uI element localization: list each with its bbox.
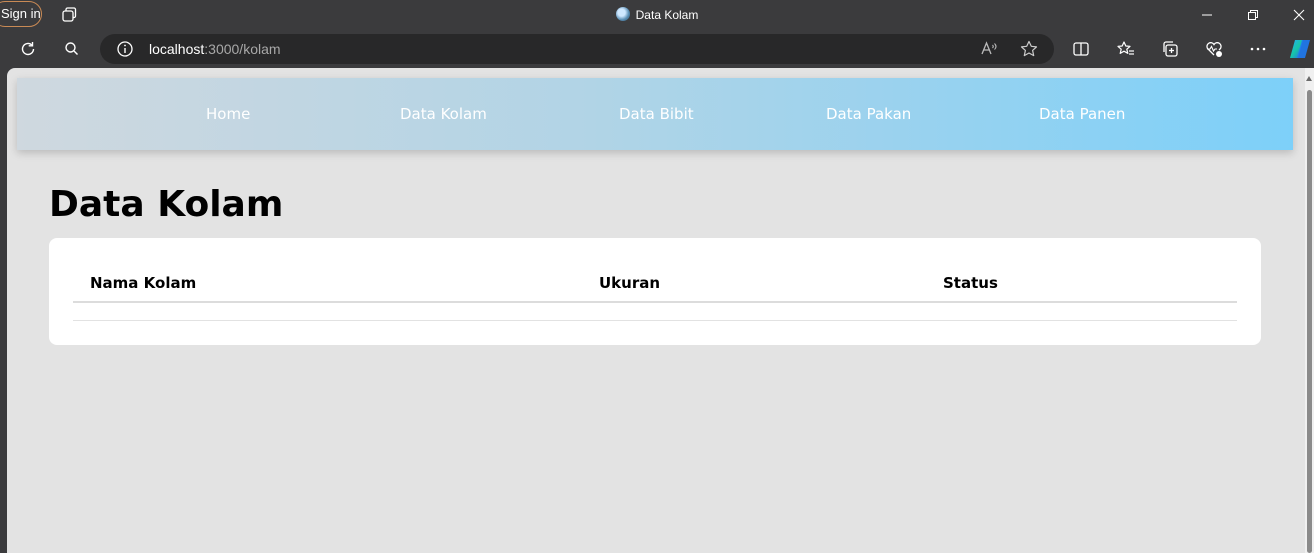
page-title: Data Kolam bbox=[49, 184, 284, 225]
browser-toolbar: localhost:3000/kolam bbox=[0, 30, 1314, 68]
tabs-icon[interactable] bbox=[60, 6, 78, 24]
url-host: localhost bbox=[149, 41, 205, 57]
nav-data-panen[interactable]: Data Panen bbox=[1039, 105, 1125, 123]
split-screen-icon[interactable] bbox=[1071, 39, 1091, 59]
tab-title-text: Data Kolam bbox=[635, 8, 699, 22]
collections-icon[interactable] bbox=[1160, 39, 1180, 59]
globe-favicon-icon bbox=[615, 7, 630, 21]
nav-data-kolam[interactable]: Data Kolam bbox=[400, 105, 487, 123]
info-icon[interactable] bbox=[116, 40, 134, 58]
read-aloud-icon[interactable] bbox=[979, 39, 999, 59]
copilot-icon[interactable] bbox=[1288, 37, 1312, 61]
page-viewport: Home Data Kolam Data Bibit Data Pakan Da… bbox=[7, 68, 1314, 553]
title-bar: Sign in Data Kolam bbox=[0, 0, 1314, 30]
url-text[interactable]: localhost:3000/kolam bbox=[149, 41, 281, 57]
browser-essentials-icon[interactable] bbox=[1204, 39, 1224, 59]
close-icon[interactable] bbox=[1288, 4, 1310, 26]
scroll-up-arrow-icon[interactable] bbox=[1306, 76, 1312, 81]
star-icon[interactable] bbox=[1019, 39, 1039, 59]
column-header-nama-kolam: Nama Kolam bbox=[90, 274, 197, 292]
data-table-card: Nama Kolam Ukuran Status bbox=[49, 238, 1261, 345]
nav-data-bibit[interactable]: Data Bibit bbox=[619, 105, 694, 123]
favorites-icon[interactable] bbox=[1116, 39, 1136, 59]
nav-home[interactable]: Home bbox=[206, 105, 250, 123]
column-header-ukuran: Ukuran bbox=[599, 274, 661, 292]
more-icon[interactable] bbox=[1248, 39, 1268, 59]
nav-data-pakan[interactable]: Data Pakan bbox=[826, 105, 911, 123]
table-header: Nama Kolam Ukuran Status bbox=[73, 238, 1237, 303]
active-tab[interactable]: Data Kolam bbox=[0, 7, 1314, 22]
table-empty-row-divider bbox=[73, 320, 1237, 321]
main-navbar: Home Data Kolam Data Bibit Data Pakan Da… bbox=[17, 78, 1293, 150]
restore-icon[interactable] bbox=[1242, 4, 1264, 26]
address-bar[interactable]: localhost:3000/kolam bbox=[100, 34, 1054, 64]
column-header-status: Status bbox=[943, 274, 998, 292]
search-icon[interactable] bbox=[62, 39, 82, 59]
refresh-icon[interactable] bbox=[18, 39, 38, 59]
page-scrollbar[interactable] bbox=[1305, 68, 1314, 553]
scrollbar-thumb[interactable] bbox=[1307, 90, 1312, 553]
sign-in-button[interactable]: Sign in bbox=[0, 1, 42, 27]
url-path: :3000/kolam bbox=[204, 41, 281, 57]
minimize-icon[interactable] bbox=[1196, 4, 1218, 26]
